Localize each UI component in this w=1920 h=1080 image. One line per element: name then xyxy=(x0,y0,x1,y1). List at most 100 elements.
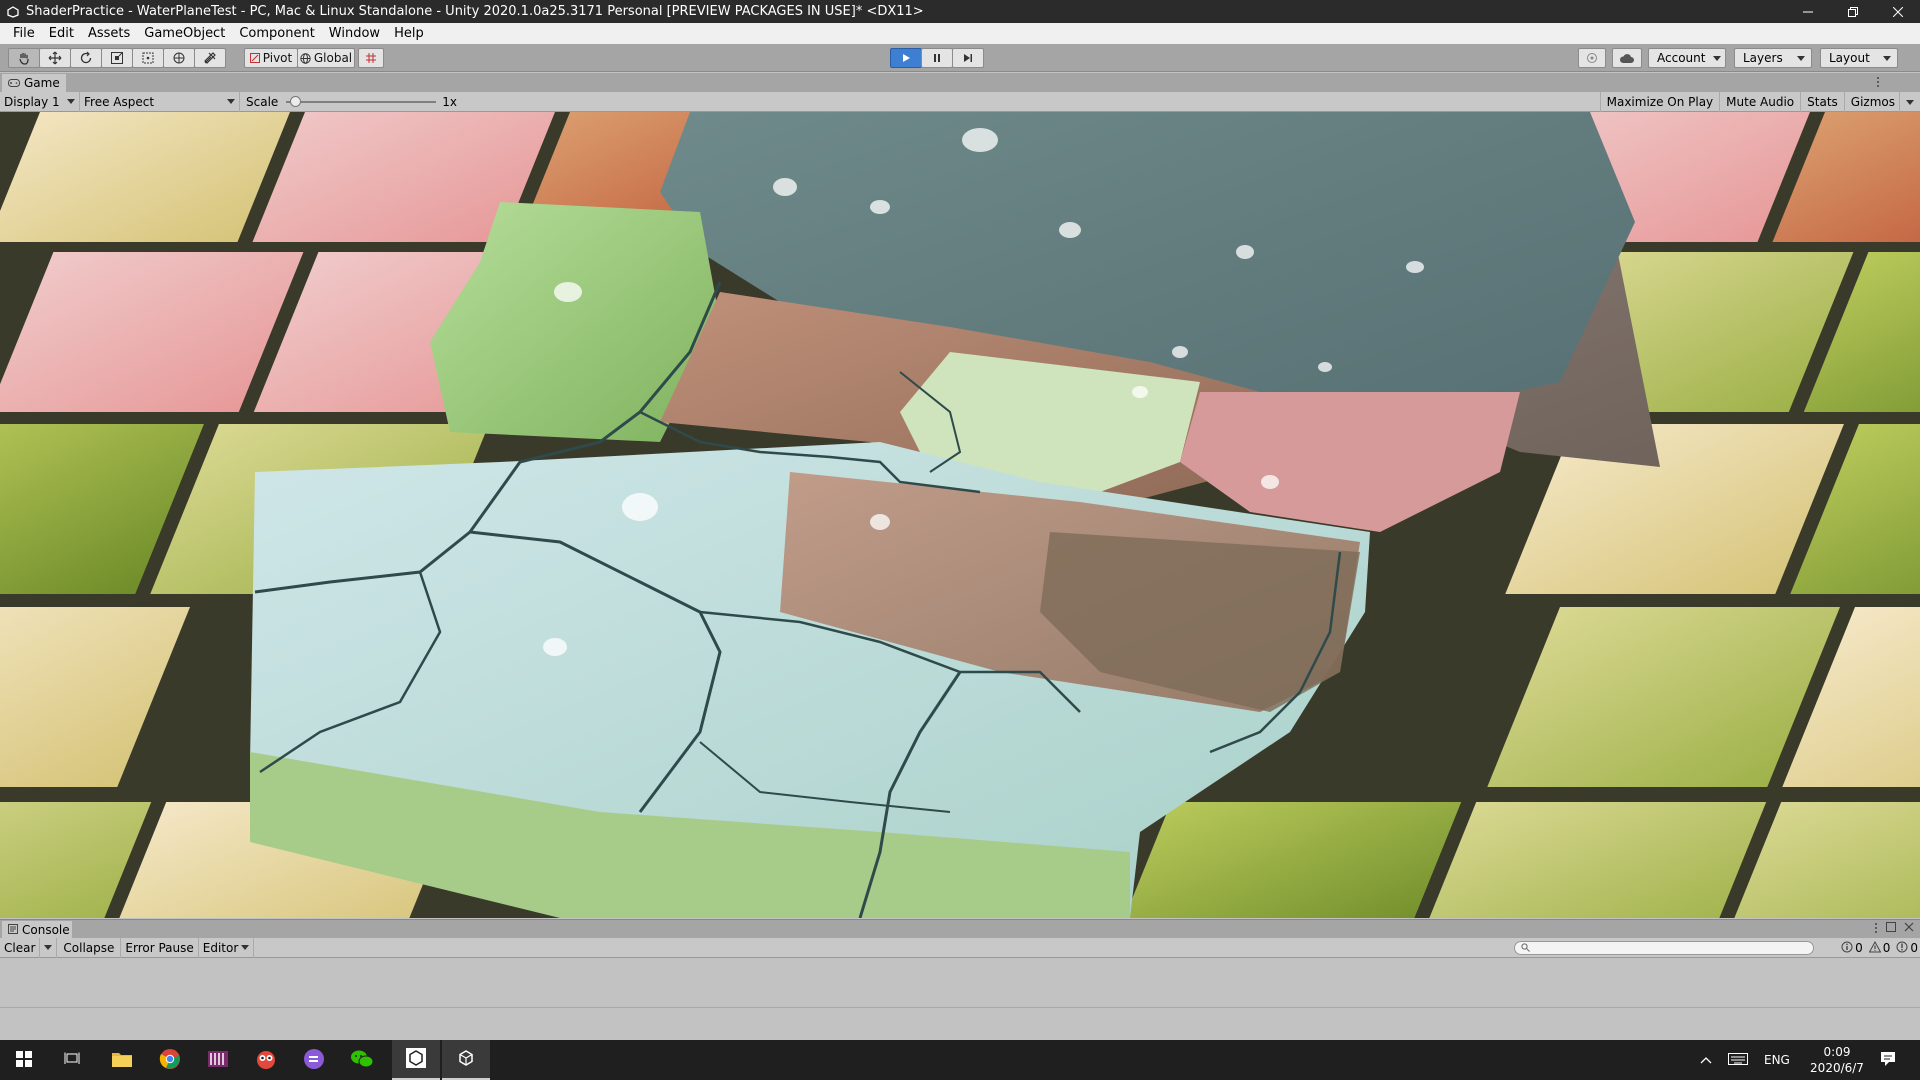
taskbar-clock[interactable]: 0:09 2020/6/7 xyxy=(1802,1044,1872,1076)
scale-slider-thumb[interactable] xyxy=(290,95,302,107)
move-tool-button[interactable] xyxy=(39,48,71,68)
info-count: 0 xyxy=(1855,941,1863,955)
language-indicator[interactable]: ENG xyxy=(1764,1053,1790,1067)
tab-game[interactable]: Game xyxy=(2,74,66,92)
scale-icon xyxy=(110,51,124,65)
taskbar-unity-editor[interactable] xyxy=(442,1040,490,1080)
taskbar-visual-studio[interactable] xyxy=(194,1040,242,1080)
console-log-area[interactable] xyxy=(0,958,1920,1008)
taskbar-unity-hub[interactable] xyxy=(392,1040,440,1080)
aspect-dropdown[interactable]: Free Aspect xyxy=(80,91,240,112)
gizmos-dropdown[interactable] xyxy=(1900,92,1920,112)
chrome-icon xyxy=(159,1048,181,1073)
menu-bar: File Edit Assets GameObject Component Wi… xyxy=(0,23,1920,44)
snap-toggle[interactable] xyxy=(358,48,384,68)
game-tab-row: Game xyxy=(0,73,1920,92)
restore-button[interactable] xyxy=(1830,0,1875,23)
eclipse-icon xyxy=(303,1048,325,1073)
main-toolbar: Pivot Global Account Layers Layout xyxy=(0,44,1920,72)
scale-slider[interactable] xyxy=(286,92,437,112)
clock-time: 0:09 xyxy=(1823,1045,1851,1059)
gizmos-toggle[interactable]: Gizmos xyxy=(1845,92,1900,112)
keyboard-icon[interactable] xyxy=(1728,1052,1748,1068)
menu-component[interactable]: Component xyxy=(232,23,321,44)
menu-edit[interactable]: Edit xyxy=(42,23,81,44)
editor-dropdown[interactable]: Editor xyxy=(199,937,255,958)
task-view-icon xyxy=(64,1052,80,1069)
global-toggle[interactable]: Global xyxy=(297,48,355,68)
global-label: Global xyxy=(313,51,353,65)
start-button[interactable] xyxy=(0,1040,48,1080)
transform-tool-button[interactable] xyxy=(163,48,195,68)
cloud-icon xyxy=(1619,53,1635,64)
pivot-toggle[interactable]: Pivot xyxy=(244,48,298,68)
close-panel-icon[interactable] xyxy=(1904,922,1914,937)
game-viewport[interactable] xyxy=(0,112,1920,918)
display-dropdown[interactable]: Display 1 xyxy=(0,91,80,112)
piano-app-icon xyxy=(207,1049,229,1072)
console-tab-row: Console xyxy=(0,919,1920,939)
rotate-tool-button[interactable] xyxy=(70,48,102,68)
mute-audio-toggle[interactable]: Mute Audio xyxy=(1720,92,1802,112)
layout-dropdown[interactable]: Layout xyxy=(1820,48,1898,68)
menu-help[interactable]: Help xyxy=(387,23,431,44)
taskbar-file-explorer[interactable] xyxy=(98,1040,146,1080)
panel-menu-icon[interactable] xyxy=(1874,922,1878,937)
maximize-on-play-toggle[interactable]: Maximize On Play xyxy=(1599,92,1721,112)
menu-assets[interactable]: Assets xyxy=(81,23,137,44)
clock-date: 2020/6/7 xyxy=(1810,1061,1864,1075)
taskbar-eclipse-app[interactable] xyxy=(290,1040,338,1080)
error-count-toggle[interactable]: 0 xyxy=(1896,941,1918,956)
account-dropdown[interactable]: Account xyxy=(1648,48,1726,68)
pivot-icon xyxy=(249,53,260,63)
pause-button[interactable] xyxy=(921,48,953,68)
clear-options-dropdown[interactable] xyxy=(40,937,58,958)
custom-tool-button[interactable] xyxy=(194,48,226,68)
chevron-down-icon xyxy=(1906,99,1914,105)
tray-expand-icon[interactable] xyxy=(1700,1053,1712,1067)
collab-button[interactable] xyxy=(1578,48,1606,68)
stats-toggle[interactable]: Stats xyxy=(1801,92,1845,112)
taskbar-chrome[interactable] xyxy=(146,1040,194,1080)
console-search-input[interactable] xyxy=(1514,941,1814,955)
clear-label: Clear xyxy=(4,940,36,955)
info-count-toggle[interactable]: 0 xyxy=(1841,941,1863,956)
console-icon xyxy=(8,923,18,937)
minimize-button[interactable] xyxy=(1785,0,1830,23)
collab-icon xyxy=(1586,52,1598,64)
taskbar-owl-app[interactable] xyxy=(242,1040,290,1080)
play-button[interactable] xyxy=(890,48,922,68)
error-count: 0 xyxy=(1910,941,1918,955)
menu-window[interactable]: Window xyxy=(322,23,387,44)
collapse-toggle[interactable]: Collapse xyxy=(57,937,122,958)
error-pause-toggle[interactable]: Error Pause xyxy=(121,937,199,958)
windows-taskbar: ENG 0:09 2020/6/7 xyxy=(0,1040,1920,1080)
scale-tool-button[interactable] xyxy=(101,48,133,68)
warning-count-toggle[interactable]: 0 xyxy=(1868,940,1890,956)
layers-dropdown[interactable]: Layers xyxy=(1734,48,1812,68)
tab-console[interactable]: Console xyxy=(2,921,72,939)
notifications-button[interactable] xyxy=(1864,1040,1912,1080)
wechat-icon xyxy=(350,1049,374,1072)
menu-gameobject[interactable]: GameObject xyxy=(137,23,232,44)
warning-icon xyxy=(1868,940,1882,956)
rect-tool-button[interactable] xyxy=(132,48,164,68)
play-icon xyxy=(901,53,911,63)
hand-icon xyxy=(17,51,31,65)
hand-tool-button[interactable] xyxy=(8,48,40,68)
clear-button[interactable]: Clear xyxy=(0,937,41,958)
search-icon xyxy=(1521,941,1530,955)
unity-icon xyxy=(6,5,20,19)
layers-label: Layers xyxy=(1743,51,1783,65)
task-view-button[interactable] xyxy=(48,1040,96,1080)
panel-menu-icon[interactable] xyxy=(1876,76,1880,91)
cloud-button[interactable] xyxy=(1612,48,1642,68)
taskbar-wechat[interactable] xyxy=(338,1040,386,1080)
window-title: ShaderPractice - WaterPlaneTest - PC, Ma… xyxy=(26,4,924,19)
step-button[interactable] xyxy=(952,48,984,68)
grid-snap-icon xyxy=(365,52,377,64)
close-button[interactable] xyxy=(1875,0,1920,23)
maximize-panel-icon[interactable] xyxy=(1886,922,1896,937)
layout-label: Layout xyxy=(1829,51,1870,65)
menu-file[interactable]: File xyxy=(6,23,42,44)
